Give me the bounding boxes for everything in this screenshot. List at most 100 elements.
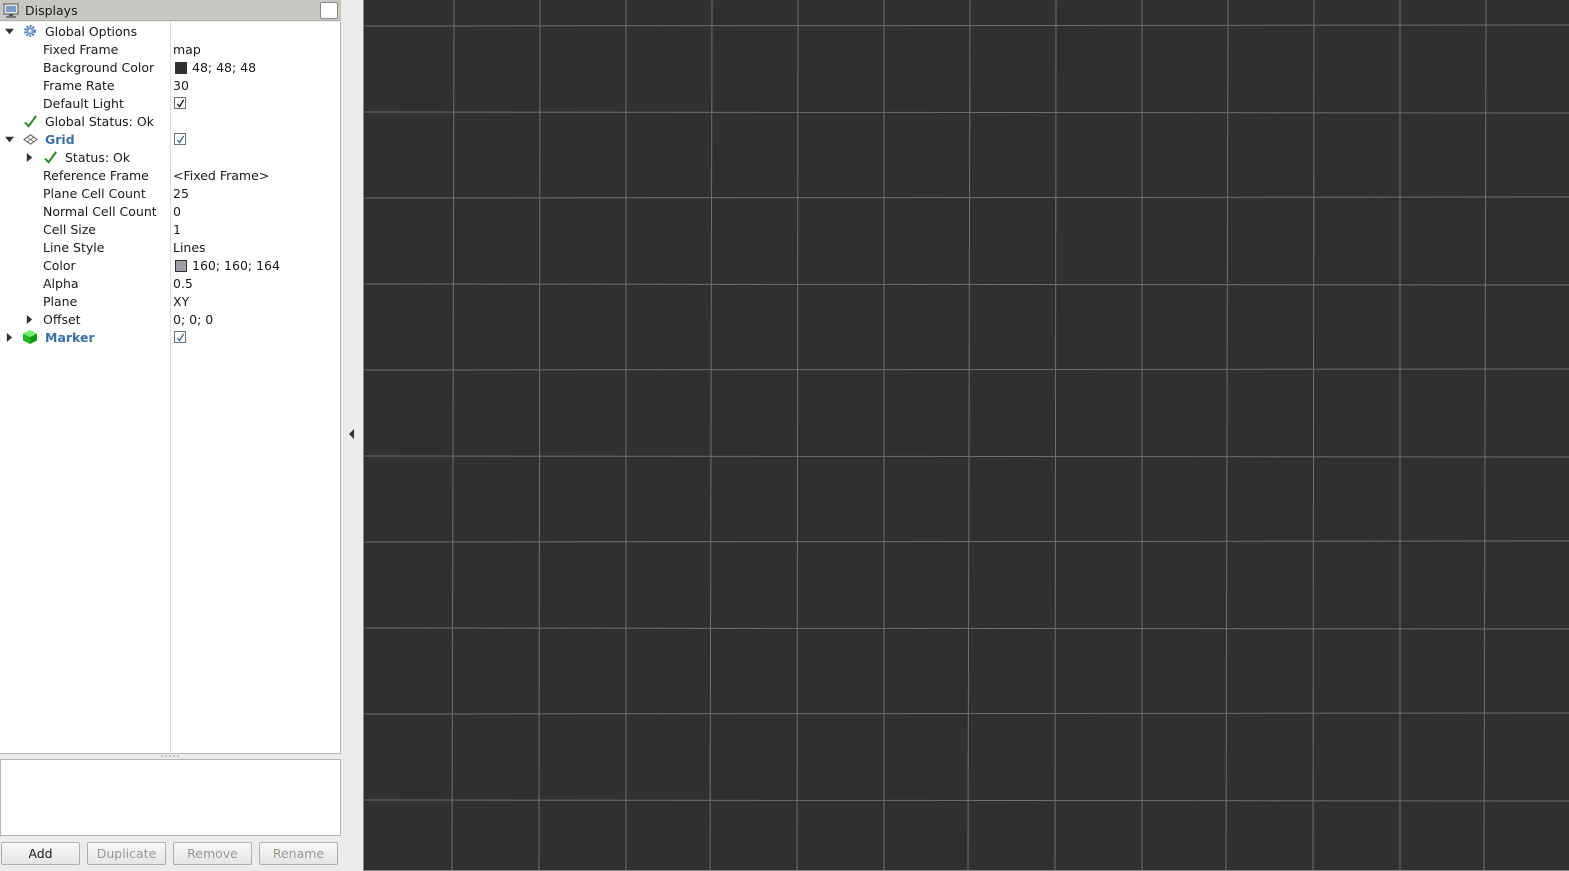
3d-viewport[interactable] — [363, 0, 1569, 871]
fixed-frame-value[interactable]: map — [173, 42, 201, 57]
checkmark-icon — [22, 113, 38, 129]
background-color-value[interactable]: 48; 48; 48 — [192, 60, 256, 75]
tree-row-color[interactable]: Color 160; 160; 164 — [0, 256, 340, 274]
normal-cell-count-label: Normal Cell Count — [43, 204, 157, 219]
grid-line-horizontal — [364, 24, 1569, 27]
tree-row-plane[interactable]: Plane XY — [0, 292, 340, 310]
tree-row-reference-frame[interactable]: Reference Frame <Fixed Frame> — [0, 166, 340, 184]
tree-row-line-style[interactable]: Line Style Lines — [0, 238, 340, 256]
grid-line-horizontal — [364, 111, 1569, 114]
grid-color-swatch[interactable] — [175, 260, 187, 272]
alpha-value[interactable]: 0.5 — [173, 276, 193, 291]
checkmark-icon — [176, 99, 184, 108]
grid-line-vertical — [538, 0, 541, 870]
frame-rate-value[interactable]: 30 — [173, 78, 189, 93]
grid-line-vertical — [1483, 0, 1487, 870]
tree-row-default-light[interactable]: Default Light — [0, 94, 340, 112]
monitor-icon — [3, 3, 19, 19]
grid-icon — [22, 131, 38, 147]
fixed-frame-label: Fixed Frame — [43, 42, 119, 57]
global-options-label: Global Options — [45, 24, 138, 39]
grid-label: Grid — [45, 132, 75, 147]
reference-frame-value[interactable]: <Fixed Frame> — [173, 168, 269, 183]
rename-button[interactable]: Rename — [259, 842, 338, 865]
grid-line-horizontal — [364, 627, 1569, 630]
offset-label: Offset — [43, 312, 81, 327]
offset-value[interactable]: 0; 0; 0 — [173, 312, 213, 327]
grid-line-vertical — [451, 0, 455, 870]
tree-row-marker[interactable]: Marker — [0, 328, 340, 346]
line-style-label: Line Style — [43, 240, 105, 255]
marker-label: Marker — [45, 330, 95, 345]
grid-line-vertical — [1312, 0, 1315, 870]
chevron-left-icon[interactable] — [348, 428, 356, 440]
green-cube-icon — [22, 329, 38, 345]
tree-row-global-options[interactable]: Global Options — [0, 22, 340, 40]
expand-arrow-icon[interactable] — [23, 148, 35, 166]
grid-enabled-checkbox[interactable] — [174, 133, 186, 145]
tree-row-fixed-frame[interactable]: Fixed Frame map — [0, 40, 340, 58]
grid-line-horizontal — [364, 196, 1569, 199]
undock-button[interactable] — [320, 2, 338, 19]
grid-line-horizontal — [364, 712, 1569, 715]
marker-enabled-checkbox[interactable] — [174, 331, 186, 343]
default-light-checkbox[interactable] — [174, 97, 186, 109]
grid-line-horizontal — [364, 799, 1569, 802]
default-light-label: Default Light — [43, 96, 124, 111]
background-color-label: Background Color — [43, 60, 155, 75]
expand-arrow-icon[interactable] — [3, 328, 15, 346]
reference-frame-label: Reference Frame — [43, 168, 149, 183]
checkmark-icon — [176, 135, 184, 144]
plane-value[interactable]: XY — [173, 294, 189, 309]
duplicate-button[interactable]: Duplicate — [87, 842, 166, 865]
description-box — [0, 759, 341, 836]
gear-icon — [22, 23, 38, 39]
line-style-value[interactable]: Lines — [173, 240, 206, 255]
tree-row-global-status[interactable]: Global Status: Ok — [0, 112, 340, 130]
cell-size-value[interactable]: 1 — [173, 222, 181, 237]
grid-line-horizontal — [364, 368, 1569, 371]
displays-tree[interactable]: Global Options Fixed Frame map Backgroun… — [0, 22, 341, 754]
checkmark-icon — [176, 333, 184, 342]
button-bar: Add Duplicate Remove Rename — [0, 842, 341, 866]
grid-line-vertical — [709, 0, 713, 870]
tree-row-frame-rate[interactable]: Frame Rate 30 — [0, 76, 340, 94]
collapse-arrow-icon[interactable] — [3, 22, 15, 40]
plane-cell-count-value[interactable]: 25 — [173, 186, 189, 201]
tree-row-offset[interactable]: Offset 0; 0; 0 — [0, 310, 340, 328]
grid-line-horizontal — [364, 455, 1569, 458]
tree-row-plane-cell-count[interactable]: Plane Cell Count 25 — [0, 184, 340, 202]
grid-status-label: Status: Ok — [65, 150, 131, 165]
frame-rate-label: Frame Rate — [43, 78, 115, 93]
panel-title: Displays — [25, 3, 78, 18]
add-button[interactable]: Add — [1, 842, 80, 865]
displays-panel: Displays Global Options Fixed Frame map — [0, 0, 341, 871]
color-value[interactable]: 160; 160; 164 — [192, 258, 280, 273]
alpha-label: Alpha — [43, 276, 79, 291]
normal-cell-count-value[interactable]: 0 — [173, 204, 181, 219]
plane-label: Plane — [43, 294, 78, 309]
tree-row-grid[interactable]: Grid — [0, 130, 340, 148]
plane-cell-count-label: Plane Cell Count — [43, 186, 146, 201]
grid-line-vertical — [1225, 0, 1229, 870]
splitter-handle[interactable] — [160, 754, 180, 758]
cell-size-label: Cell Size — [43, 222, 96, 237]
tree-row-normal-cell-count[interactable]: Normal Cell Count 0 — [0, 202, 340, 220]
global-status-label: Global Status: Ok — [45, 114, 154, 129]
grid-line-vertical — [967, 0, 971, 870]
checkmark-icon — [42, 149, 58, 165]
panel-collapse-handle[interactable] — [341, 0, 363, 871]
tree-row-cell-size[interactable]: Cell Size 1 — [0, 220, 340, 238]
grid-line-horizontal — [364, 283, 1569, 286]
grid-line-horizontal — [364, 540, 1569, 543]
expand-arrow-icon[interactable] — [23, 310, 35, 328]
tree-row-alpha[interactable]: Alpha 0.5 — [0, 274, 340, 292]
background-color-swatch[interactable] — [175, 62, 187, 74]
color-label: Color — [43, 258, 76, 273]
collapse-arrow-icon[interactable] — [3, 130, 15, 148]
remove-button[interactable]: Remove — [173, 842, 252, 865]
displays-title-bar: Displays — [0, 0, 341, 21]
tree-row-grid-status[interactable]: Status: Ok — [0, 148, 340, 166]
grid-line-vertical — [796, 0, 799, 870]
tree-row-background-color[interactable]: Background Color 48; 48; 48 — [0, 58, 340, 76]
